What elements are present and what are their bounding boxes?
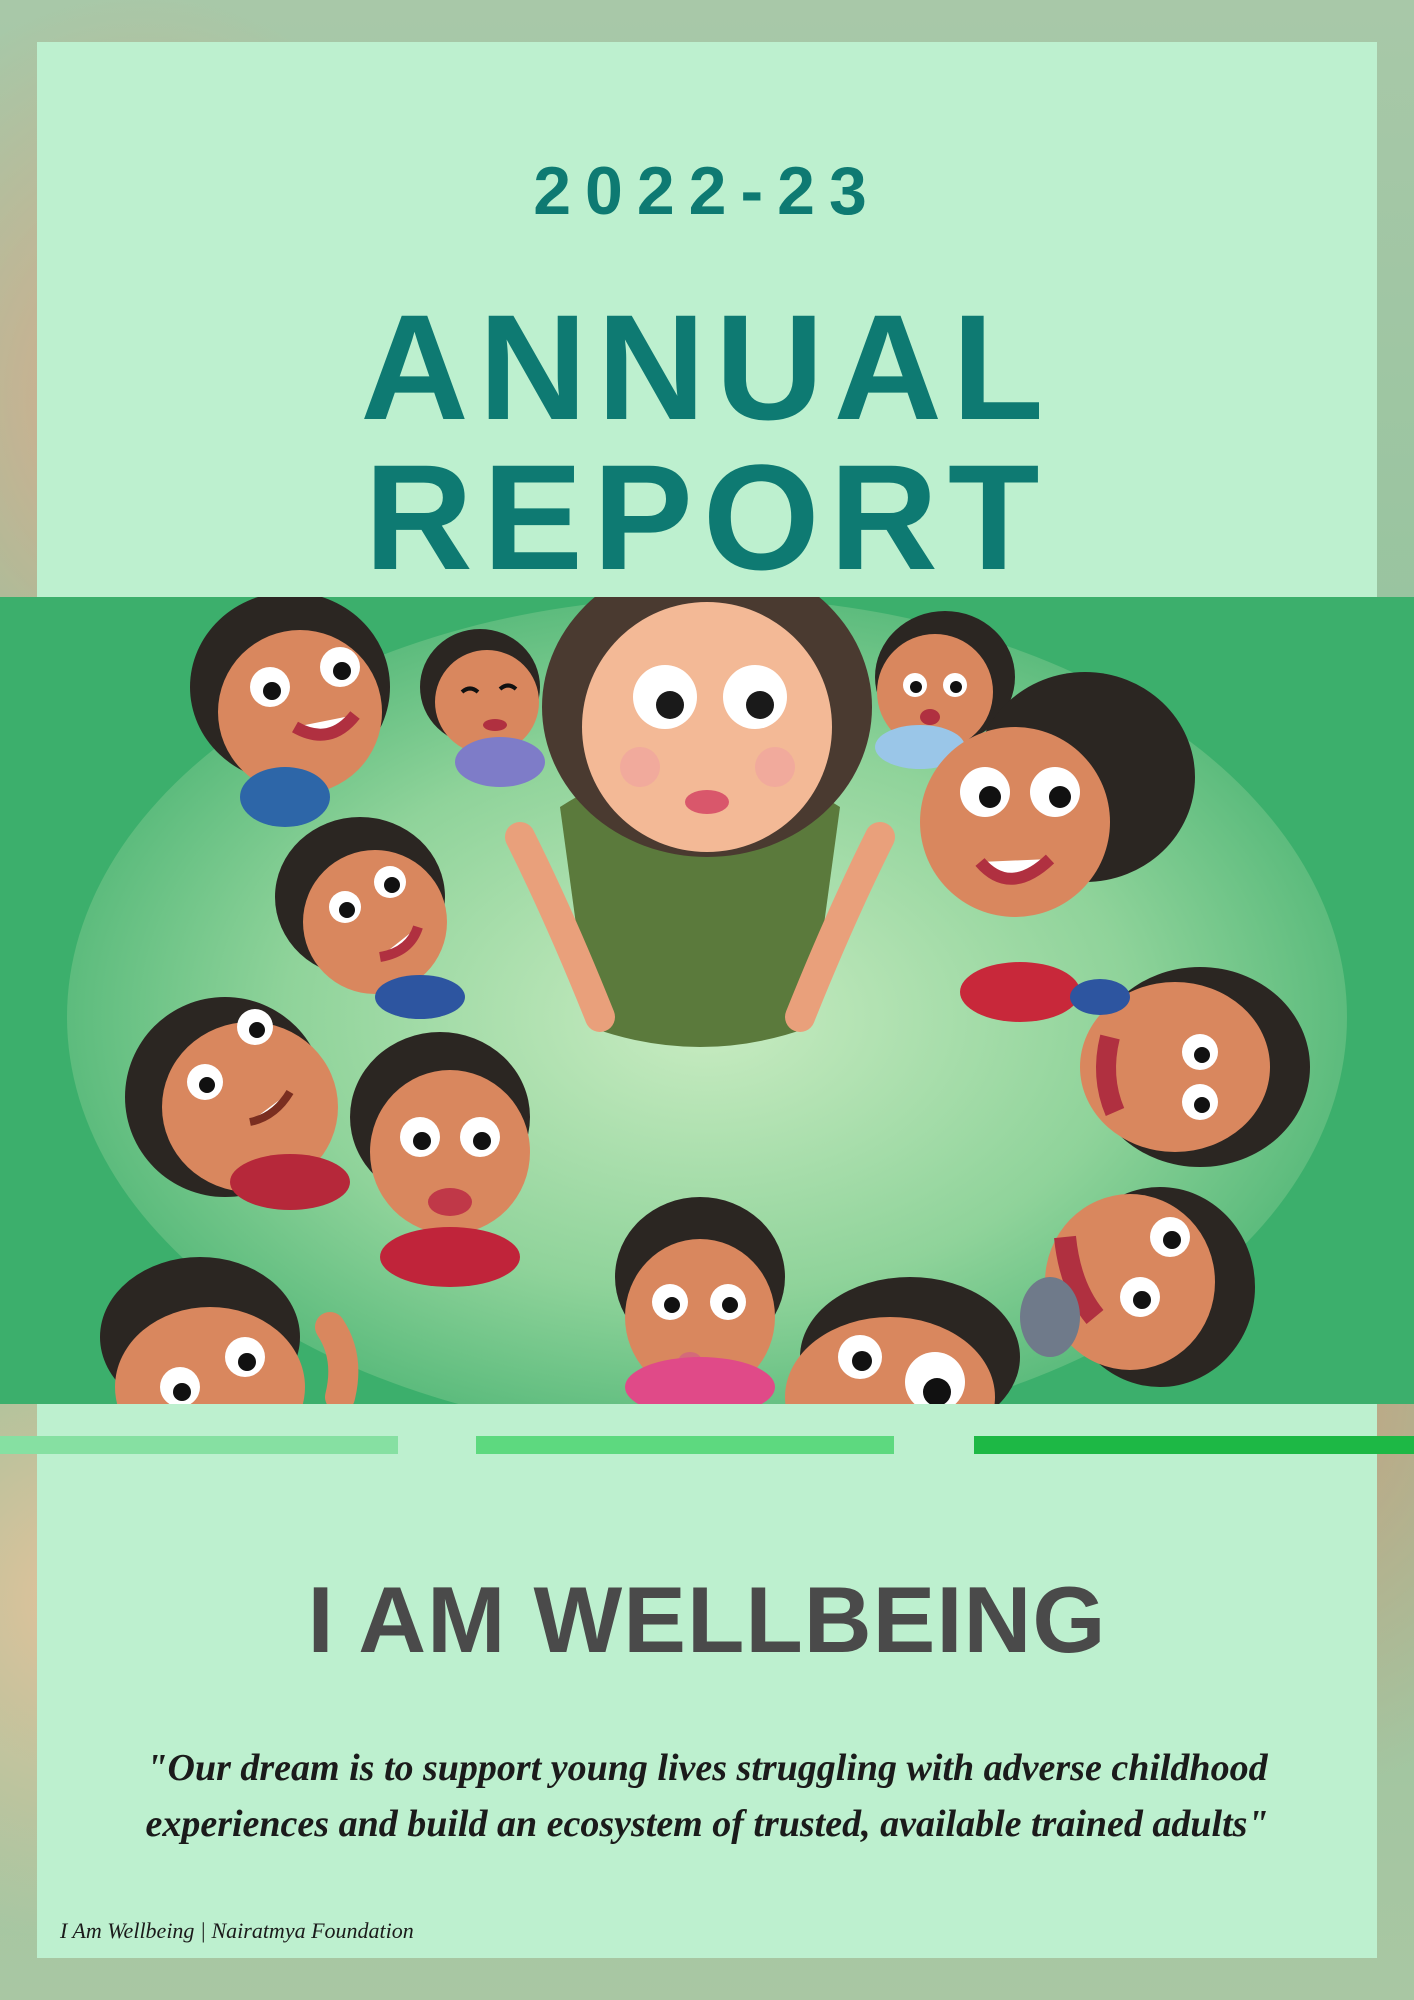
footer-panel (37, 1404, 1377, 1958)
quote-line-1: "Our dream is to support young lives str… (146, 1747, 1268, 1789)
children-circle-illustration (0, 597, 1414, 1404)
accent-bar-light (0, 1436, 398, 1454)
title-panel: 2022-23 ANNUAL REPORT (37, 42, 1377, 597)
teacher-figure (505, 597, 895, 1047)
brand-name: I AM WELLBEING (307, 1567, 1107, 1672)
title-line-annual: ANNUAL (360, 283, 1054, 451)
accent-bar-dark (974, 1436, 1414, 1454)
mission-quote: "Our dream is to support young lives str… (90, 1740, 1324, 1852)
footer-credit: I Am Wellbeing | Nairatmya Foundation (60, 1918, 414, 1943)
accent-bar-mid (476, 1436, 894, 1454)
quote-line-2: experiences and build an ecosystem of tr… (145, 1803, 1269, 1845)
title-line-report: REPORT (364, 433, 1050, 601)
report-year: 2022-23 (533, 153, 881, 229)
